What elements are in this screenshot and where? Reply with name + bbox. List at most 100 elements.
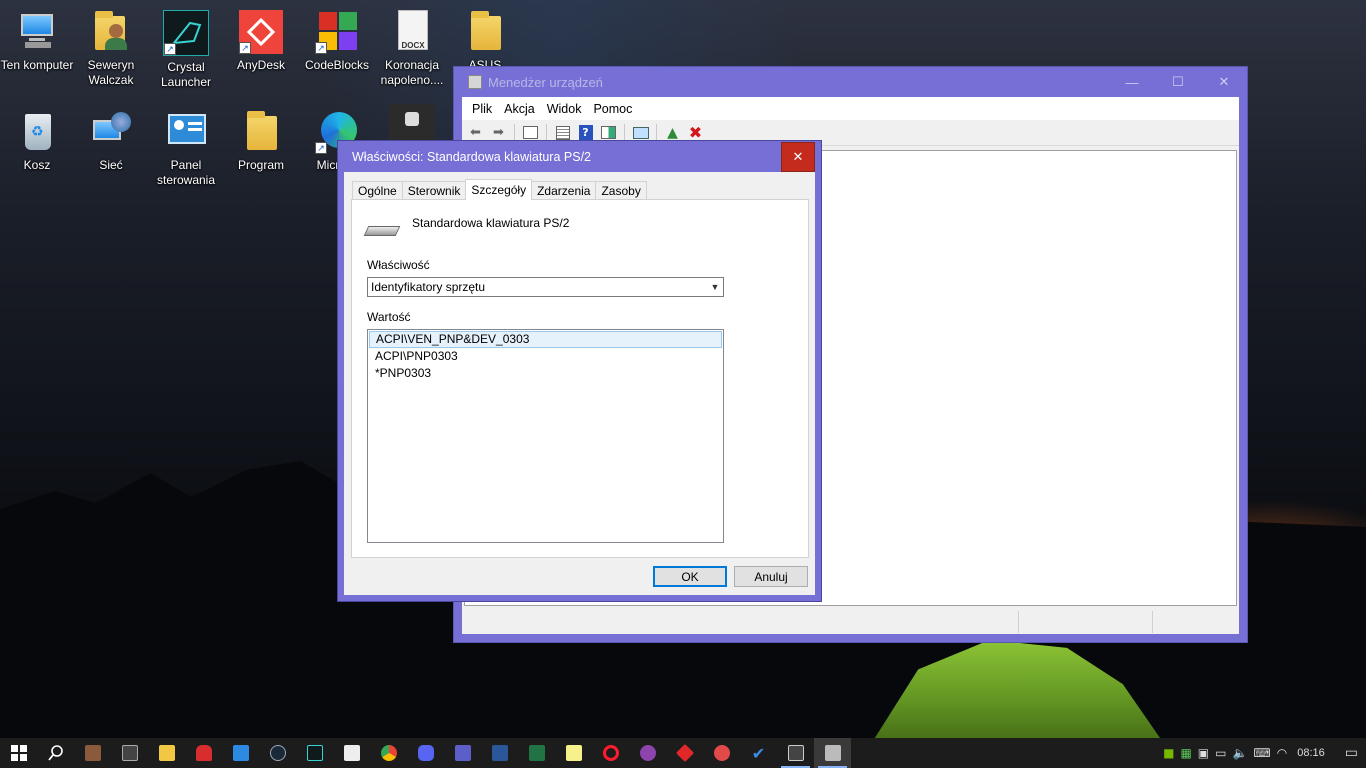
avatar-app-icon[interactable] [74,738,111,768]
ok-button[interactable]: OK [653,566,727,587]
tab-events[interactable]: Zdarzenia [531,181,597,200]
status-pane-3 [1153,611,1239,633]
file-explorer-icon[interactable] [148,738,185,768]
folder-icon [239,110,283,154]
discord-icon[interactable] [407,738,444,768]
folder-icon [463,10,507,54]
network-icon [89,110,133,154]
start-icon[interactable] [0,738,37,768]
steam-icon[interactable] [259,738,296,768]
menu-action[interactable]: Akcja [498,102,541,116]
network-activity-icon[interactable]: ▦ [1180,746,1191,760]
7zip-icon[interactable] [333,738,370,768]
codeblocks-icon: ↗ [315,10,359,54]
dialog-close-button[interactable]: ✕ [781,142,815,172]
calculator-icon[interactable] [111,738,148,768]
properties-dialog: Właściwości: Standardowa klawiatura PS/2… [337,140,822,602]
desktop-icon-label: Program [237,158,284,172]
property-label: Właściwość [367,258,430,272]
desktop-icon-recycle-bin[interactable]: ♻ Kosz [0,110,74,173]
maximize-button[interactable]: ☐ [1155,67,1201,97]
desktop-icon-program[interactable]: Program [224,110,298,173]
camera-icon[interactable]: ▣ [1198,746,1209,760]
mail-icon[interactable] [703,738,740,768]
this-pc-icon [15,10,59,54]
desktop-icon-anydesk[interactable]: ↗ AnyDesk [224,10,298,73]
desktop-icon-control-panel[interactable]: Panel sterowania [149,110,223,188]
github-desktop-icon[interactable] [629,738,666,768]
notifications-icon[interactable]: ▭ [1345,745,1358,761]
word-icon[interactable] [481,738,518,768]
desktop-icon-docx-file[interactable]: DOCX Koronacja napoleno.... [375,10,449,88]
chrome-icon[interactable] [370,738,407,768]
cancel-button[interactable]: Anuluj [734,566,808,587]
among-us-icon[interactable] [185,738,222,768]
value-list[interactable]: ACPI\VEN_PNP&DEV_0303 ACPI\PNP0303 *PNP0… [367,329,724,543]
search-icon[interactable] [37,738,74,768]
property-dropdown[interactable]: Identyfikatory sprzętu ▼ [367,277,724,297]
desktop-icon-label: Kosz [23,158,51,172]
menu-file[interactable]: Plik [466,102,498,116]
minimize-button[interactable]: — [1109,67,1155,97]
status-pane-1 [462,611,1019,633]
control-panel-icon [164,110,208,154]
desktop-icon-unknown-app[interactable] [375,104,449,144]
device-manager-titlebar[interactable]: Menedżer urządzeń — ☐ ✕ [454,67,1247,97]
explorer-window-icon[interactable] [777,738,814,768]
value-list-item[interactable]: ACPI\VEN_PNP&DEV_0303 [369,331,722,348]
value-list-item[interactable]: *PNP0303 [369,365,722,382]
status-bar [462,608,1239,634]
recycle-bin-icon: ♻ [15,110,59,154]
input-icon[interactable]: ⌨ [1253,746,1270,760]
property-selected-value: Identyfikatory sprzętu [371,280,486,294]
desktop-icon-asus[interactable]: ASUS [448,10,522,73]
crystal-launcher-icon: ↗ [163,10,209,56]
vscode-icon[interactable] [222,738,259,768]
desktop-icon-codeblocks[interactable]: ↗ CodeBlocks [300,10,374,73]
dialog-titlebar[interactable]: Właściwości: Standardowa klawiatura PS/2 [338,141,821,172]
docx-badge: DOCX [401,41,425,50]
close-button[interactable]: ✕ [1201,67,1247,97]
value-list-item[interactable]: ACPI\PNP0303 [369,348,722,365]
todo-icon[interactable]: ✔ [740,738,777,768]
tab-resources[interactable]: Zasoby [595,181,647,200]
tab-driver[interactable]: Sterownik [401,181,467,200]
toolbar-separator [624,123,625,142]
desktop-icon-label: AnyDesk [236,58,286,72]
device-manager-icon[interactable] [814,738,851,768]
shortcut-arrow-icon: ↗ [315,42,327,54]
dialog-body: Ogólne Sterownik Szczegóły Zdarzenia Zas… [344,172,815,595]
desktop-icon-crystal-launcher[interactable]: ↗ Crystal Launcher [149,10,223,90]
tab-strip: Ogólne Sterownik Szczegóły Zdarzenia Zas… [352,179,647,200]
teams-icon[interactable] [444,738,481,768]
clock[interactable]: 08:16 [1297,747,1325,759]
user-folder-icon [89,10,133,54]
desktop-icon-label: Koronacja napoleno.... [380,58,444,87]
status-pane-2 [1019,611,1153,633]
menu-view[interactable]: Widok [541,102,588,116]
menu-help[interactable]: Pomoc [587,102,638,116]
monitor-icon[interactable]: ▭ [1215,746,1226,760]
tab-details[interactable]: Szczegóły [465,179,533,200]
system-tray: ■ ▦ ▣ ▭ 🔈 ⌨ ◠ 08:16 ▭ [1163,745,1366,761]
taskbar: ✔ ■ ▦ ▣ ▭ 🔈 ⌨ ◠ 08:16 ▭ [0,738,1366,768]
opera-icon[interactable] [592,738,629,768]
notepad-icon[interactable] [555,738,592,768]
wifi-icon[interactable]: ◠ [1277,746,1287,760]
desktop-icon-network[interactable]: Sieć [74,110,148,173]
desktop-icon-this-pc[interactable]: Ten komputer [0,10,74,73]
nvidia-icon[interactable]: ■ [1163,746,1174,760]
excel-icon[interactable] [518,738,555,768]
shortcut-arrow-icon: ↗ [239,42,251,54]
app-red-icon[interactable] [666,738,703,768]
shortcut-arrow-icon: ↗ [164,43,176,55]
toolbar-separator [656,123,657,142]
tab-general[interactable]: Ogólne [352,181,403,200]
window-title: Menedżer urządzeń [488,74,603,90]
toolbar-separator [514,123,515,142]
chevron-down-icon: ▼ [710,282,720,292]
volume-icon[interactable]: 🔈 [1232,746,1247,760]
desktop-icon-user-folder[interactable]: Seweryn Walczak [74,10,148,88]
desktop-icon-label: Seweryn Walczak [87,58,135,87]
crystal-launcher-icon[interactable] [296,738,333,768]
